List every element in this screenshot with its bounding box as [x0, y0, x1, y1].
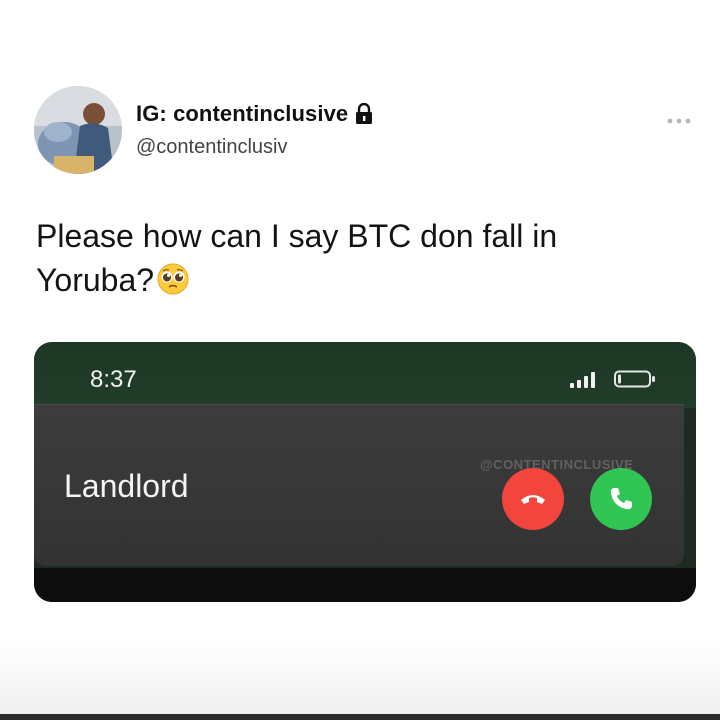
phone-accept-icon [610, 488, 632, 510]
tweet-card: IG: contentinclusive @contentinclusiv Pl… [0, 0, 720, 720]
user-handle[interactable]: @contentinclusiv [136, 136, 287, 159]
bottom-fade [0, 640, 720, 714]
phone-decline-icon [521, 495, 545, 504]
lock-icon [354, 102, 374, 125]
media-bottom-strip [34, 568, 696, 602]
more-horizontal-icon[interactable] [666, 112, 692, 124]
bottom-edge-bar [0, 714, 720, 720]
author-row: IG: contentinclusive [136, 101, 374, 127]
display-name[interactable]: IG: contentinclusive [136, 101, 348, 127]
attached-screenshot[interactable]: 8:37 Landlord @CONTENTINCLUSIVE [34, 342, 696, 602]
decline-call-button[interactable] [502, 468, 564, 530]
battery-icon [614, 370, 656, 393]
phone-status-bar: 8:37 [34, 342, 696, 408]
avatar-image [34, 86, 122, 174]
accept-call-button[interactable] [590, 468, 652, 530]
tweet-text-content: Please how can I say BTC don fall in Yor… [36, 218, 558, 298]
status-time: 8:37 [90, 366, 137, 393]
tweet-text: Please how can I say BTC don fall in Yor… [36, 214, 676, 302]
signal-icon [570, 370, 602, 393]
pleading-face-icon [156, 262, 190, 296]
caller-name: Landlord [64, 468, 189, 504]
avatar[interactable] [34, 86, 122, 174]
